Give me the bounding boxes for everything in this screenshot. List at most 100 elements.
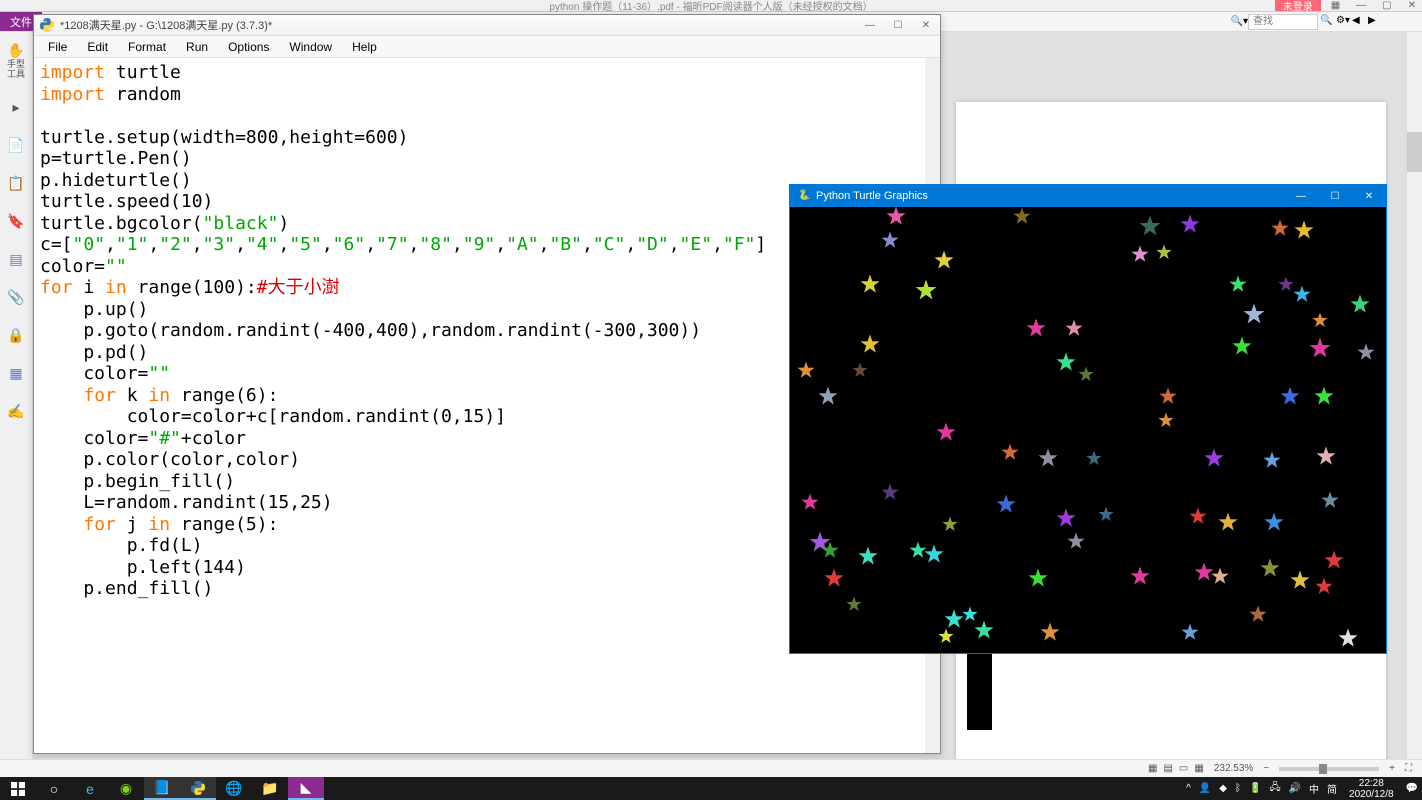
tray-ime-1[interactable]: 中 (1305, 781, 1323, 796)
turtle-minimize-icon[interactable]: — (1284, 185, 1318, 207)
tray-network-icon[interactable]: 🖧 (1265, 780, 1284, 797)
zoom-out-icon[interactable]: − (1263, 763, 1269, 774)
menu-help[interactable]: Help (342, 38, 387, 56)
foxit-statusbar: ▦ ▤ ▭ ▦ 232.53% − + ⛶ (0, 759, 1422, 777)
view-mode-icon-2[interactable]: ▤ (1163, 763, 1172, 774)
tray-app-icon[interactable]: ◆ (1215, 783, 1231, 794)
search-go-icon[interactable]: 🔍 (1320, 15, 1334, 29)
turtle-star (1097, 506, 1115, 529)
turtle-star (845, 596, 863, 619)
bookmark-icon[interactable]: 🔖 (6, 212, 26, 232)
turtle-star (820, 541, 840, 566)
signature-icon[interactable]: ✍ (6, 402, 26, 422)
idle-titlebar[interactable]: *1208满天星.py - G:\1208满天星.py (3.7.3)* — ☐… (34, 15, 940, 36)
foxit-app-icon[interactable]: ◣ (288, 777, 324, 800)
python-icon (40, 18, 54, 32)
search-prev-icon[interactable]: ◀ (1352, 15, 1366, 29)
search-settings-icon[interactable]: ⚙▾ (1336, 15, 1350, 29)
turtle-star (859, 274, 881, 301)
menu-edit[interactable]: Edit (77, 38, 118, 56)
search-next-icon[interactable]: ▶ (1368, 15, 1382, 29)
turtle-star (935, 422, 957, 449)
foxit-vertical-scrollbar[interactable] (1406, 32, 1422, 776)
chrome-icon[interactable]: 🌐 (216, 777, 252, 800)
menu-run[interactable]: Run (176, 38, 218, 56)
zoom-slider-thumb[interactable] (1319, 764, 1327, 774)
edge-icon[interactable]: e (72, 777, 108, 800)
turtle-star (1158, 387, 1178, 412)
turtle-star (880, 483, 900, 508)
turtle-star (857, 546, 879, 573)
turtle-star (1012, 207, 1032, 231)
turtle-maximize-icon[interactable]: ☐ (1318, 185, 1352, 207)
turtle-star (1039, 622, 1061, 649)
menu-file[interactable]: File (38, 38, 77, 56)
idle-maximize-icon[interactable]: ☐ (884, 15, 912, 35)
app-grid-icon[interactable]: ▦ (1325, 0, 1346, 11)
close-icon[interactable]: ✕ (1402, 0, 1422, 11)
turtle-star (1210, 567, 1230, 592)
fullscreen-icon[interactable]: ⛶ (1405, 763, 1412, 774)
menu-window[interactable]: Window (279, 38, 342, 56)
turtle-star (1037, 448, 1059, 475)
idle-close-icon[interactable]: ✕ (912, 15, 940, 35)
python-app-icon[interactable] (180, 777, 216, 800)
clock-time: 22:28 (1349, 778, 1394, 789)
tray-volume-icon[interactable]: 🔊 (1285, 783, 1305, 794)
form-icon[interactable]: ▦ (6, 364, 26, 384)
hand-tool-icon[interactable]: ✋ (6, 40, 26, 60)
tray-ime-2[interactable]: 简 (1323, 781, 1341, 796)
wechat-icon[interactable]: ◉ (108, 777, 144, 800)
view-mode-icon-4[interactable]: ▦ (1194, 763, 1203, 774)
turtle-close-icon[interactable]: ✕ (1352, 185, 1386, 207)
search-dropdown-icon[interactable]: 🔍▾ (1231, 16, 1248, 27)
turtle-star (1228, 275, 1248, 300)
tray-people-icon[interactable]: 👤 (1195, 783, 1215, 794)
taskbar-clock[interactable]: 22:28 2020/12/8 (1341, 778, 1402, 800)
tray-up-icon[interactable]: ^ (1182, 783, 1195, 794)
menu-options[interactable]: Options (218, 38, 279, 56)
turtle-titlebar[interactable]: 🐍 Python Turtle Graphics — ☐ ✕ (790, 185, 1386, 207)
idle-menubar: File Edit Format Run Options Window Help (34, 36, 940, 58)
idle-minimize-icon[interactable]: — (856, 15, 884, 35)
search-input[interactable] (1248, 14, 1318, 30)
explorer-icon[interactable]: 📁 (252, 777, 288, 800)
pycharm-icon[interactable]: 📘 (144, 777, 180, 800)
turtle-star (1055, 508, 1077, 535)
turtle-star (1138, 214, 1162, 243)
clipboard-icon[interactable]: 📋 (6, 174, 26, 194)
turtle-star (851, 362, 869, 385)
login-button[interactable]: 未登录 (1275, 0, 1321, 11)
turtle-star (1242, 302, 1266, 331)
turtle-star (1292, 285, 1312, 310)
zoom-in-icon[interactable]: + (1389, 763, 1395, 774)
tray-battery-icon[interactable]: 🔋 (1245, 783, 1265, 794)
attachment-icon[interactable]: 📎 (6, 288, 26, 308)
layers-icon[interactable]: ▤ (6, 250, 26, 270)
start-button[interactable] (0, 777, 36, 800)
turtle-canvas (790, 207, 1386, 653)
turtle-star (1315, 446, 1337, 473)
minimize-icon[interactable]: — (1350, 0, 1372, 11)
maximize-icon[interactable]: ▢ (1376, 0, 1397, 11)
idle-title-text: *1208满天星.py - G:\1208满天星.py (3.7.3)* (60, 17, 272, 33)
zoom-level[interactable]: 232.53% (1214, 763, 1253, 774)
view-mode-icon-1[interactable]: ▦ (1148, 763, 1157, 774)
notifications-icon[interactable]: 💬 (1402, 783, 1422, 794)
expand-icon[interactable]: ▸ (6, 98, 26, 118)
view-mode-icon-3[interactable]: ▭ (1179, 763, 1188, 774)
turtle-star (1293, 220, 1315, 247)
turtle-star (1337, 628, 1359, 654)
turtle-star (885, 207, 907, 233)
turtle-star (995, 494, 1017, 521)
turtle-star (1000, 443, 1020, 468)
scrollbar-thumb[interactable] (1407, 132, 1422, 172)
lock-icon[interactable]: 🔒 (6, 326, 26, 346)
turtle-star (1130, 245, 1150, 270)
menu-format[interactable]: Format (118, 38, 176, 56)
tray-bluetooth-icon[interactable]: ᛒ (1231, 783, 1245, 794)
zoom-slider[interactable] (1279, 767, 1379, 771)
turtle-star (1262, 451, 1282, 476)
cortana-icon[interactable]: ○ (36, 777, 72, 800)
page-icon[interactable]: 📄 (6, 136, 26, 156)
